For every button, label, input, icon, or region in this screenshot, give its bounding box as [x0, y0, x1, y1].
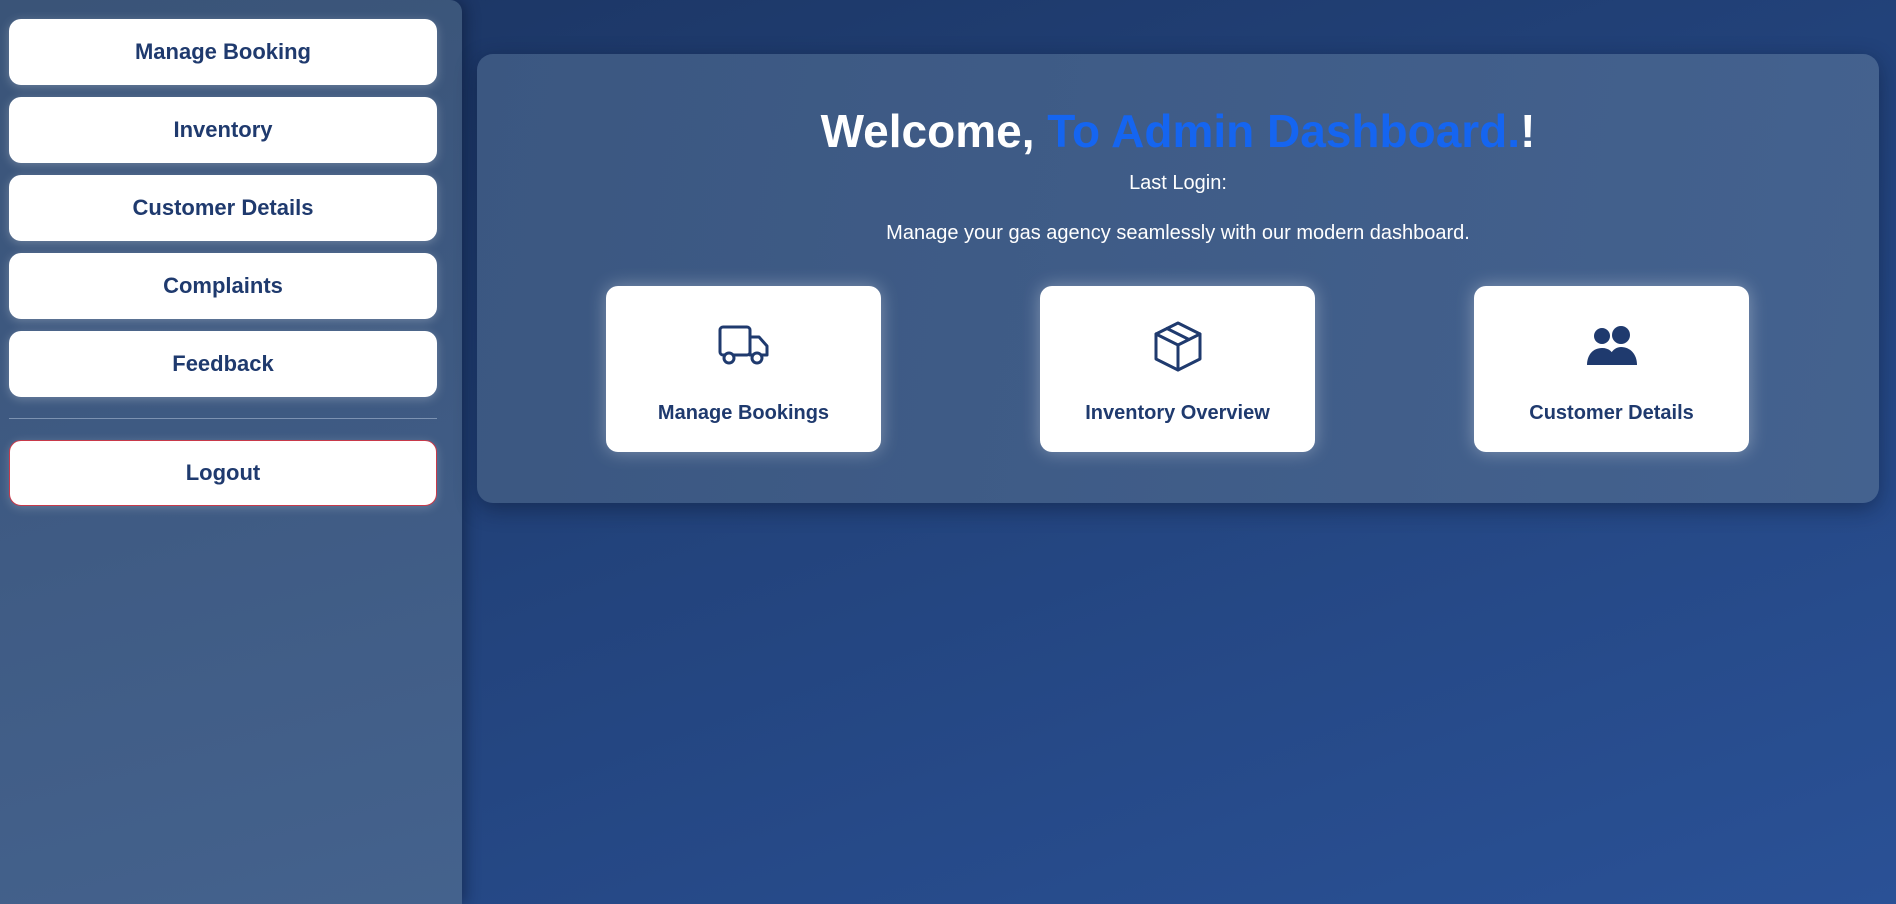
dashboard-panel: Welcome, To Admin Dashboard.! Last Login…	[477, 54, 1879, 503]
sidebar-item-label: Complaints	[163, 273, 283, 298]
welcome-accent: To Admin Dashboard.	[1047, 105, 1521, 157]
logout-label: Logout	[185, 460, 261, 485]
logout-button[interactable]: Logout	[9, 440, 437, 506]
sidebar: Manage Booking Inventory Customer Detail…	[0, 0, 462, 904]
sidebar-item-label: Inventory	[173, 117, 273, 142]
welcome-suffix: !	[1520, 105, 1536, 157]
welcome-prefix: Welcome,	[820, 105, 1048, 157]
sidebar-item-customer-details[interactable]: Customer Details	[9, 175, 437, 241]
sidebar-item-manage-booking[interactable]: Manage Booking	[9, 19, 437, 85]
welcome-heading: Welcome, To Admin Dashboard.!	[477, 104, 1879, 158]
card-label: Customer Details	[1529, 402, 1694, 424]
dashboard-tagline: Manage your gas agency seamlessly with o…	[886, 222, 1470, 244]
last-login: Last Login:	[1129, 172, 1227, 194]
sidebar-item-label: Customer Details	[132, 195, 314, 220]
users-icon	[1586, 320, 1638, 372]
truck-icon	[718, 320, 770, 372]
card-label: Manage Bookings	[657, 402, 830, 424]
sidebar-item-label: Feedback	[172, 351, 274, 376]
sidebar-item-label: Manage Booking	[134, 39, 311, 64]
manage-bookings-card[interactable]: Manage Bookings	[606, 286, 881, 452]
box-icon	[1152, 320, 1204, 372]
inventory-overview-card[interactable]: Inventory Overview	[1040, 286, 1315, 452]
sidebar-divider	[9, 418, 437, 419]
sidebar-item-feedback[interactable]: Feedback	[9, 331, 437, 397]
card-label: Inventory Overview	[1085, 402, 1270, 424]
sidebar-item-inventory[interactable]: Inventory	[9, 97, 437, 163]
sidebar-item-complaints[interactable]: Complaints	[9, 253, 437, 319]
customer-details-card[interactable]: Customer Details	[1474, 286, 1749, 452]
